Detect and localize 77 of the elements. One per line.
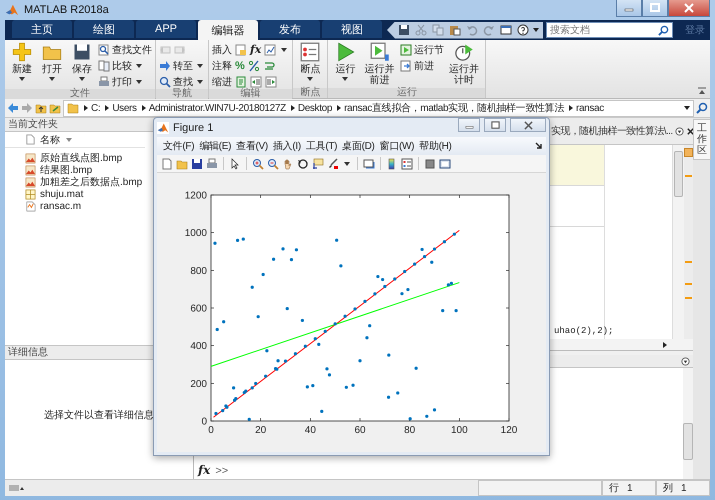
path-segment[interactable]: Users: [112, 102, 137, 114]
file-name[interactable]: 结果图.bmp: [40, 163, 92, 177]
group-label: 导航: [156, 89, 208, 99]
y-tick-label: 1000: [184, 228, 207, 240]
x-tick-label: 40: [304, 425, 316, 436]
x-tick-label: 60: [354, 425, 366, 436]
find-button[interactable]: 查找: [159, 75, 205, 89]
ribbon-tab[interactable]: 视图: [322, 20, 382, 38]
path-segment[interactable]: Administrator.WIN7U-20180127Z: [148, 102, 286, 114]
menu-item[interactable]: 查看(V): [236, 139, 268, 153]
compare-button[interactable]: 比较: [98, 59, 152, 73]
ribbon-tab[interactable]: 发布: [260, 20, 320, 38]
y-tick-label: 200: [190, 378, 207, 390]
menu-item[interactable]: 插入(I): [272, 139, 301, 153]
print-button[interactable]: 打印: [98, 75, 152, 89]
group-label: 文件: [5, 89, 155, 99]
indent-button[interactable]: 缩进: [212, 75, 232, 89]
path-segment[interactable]: Desktop: [298, 102, 332, 114]
code-line: uhao(2),2);: [554, 326, 614, 336]
name-column-label: 名称: [40, 134, 60, 146]
insert-function-button[interactable]: fx: [250, 44, 262, 56]
editor-tab-title[interactable]: 实现，随机抽样一致性算法\...: [551, 124, 673, 138]
file-name[interactable]: ransac.m: [40, 200, 82, 212]
file-name[interactable]: 加粗差之后数据点.bmp: [40, 175, 142, 189]
menu-item[interactable]: 工具(T): [306, 139, 338, 153]
path-segment[interactable]: C:: [91, 102, 100, 114]
run-and-advance-button[interactable]: 运行并前进: [361, 42, 398, 86]
menu-item[interactable]: 桌面(D): [342, 139, 375, 153]
line-number: 1: [627, 482, 633, 494]
path-field[interactable]: C: Users Administrator.WIN7U-20180127Z Desktop ransac直线拟合，matlab实现，随机抽样一致性算法 ransac: [63, 100, 694, 116]
window-title: MATLAB R2018a: [24, 4, 109, 16]
x-tick-label: 80: [404, 425, 416, 436]
line-label: 行: [609, 482, 619, 495]
new-button[interactable]: 新建: [8, 42, 36, 83]
y-tick-label: 800: [190, 266, 207, 277]
menu-item[interactable]: 文件(F): [163, 139, 194, 153]
group-label: 编辑: [209, 89, 292, 99]
go-to-button[interactable]: 转至: [159, 59, 205, 73]
group-label: 运行: [328, 88, 486, 98]
insert-button[interactable]: 插入: [212, 43, 232, 57]
x-tick-label: 120: [500, 425, 518, 436]
ribbon-tab[interactable]: 主页: [12, 20, 72, 38]
x-tick-label: 100: [451, 425, 468, 436]
menu-item[interactable]: 窗口(W): [380, 139, 414, 153]
comment-button[interactable]: 注释: [212, 59, 232, 73]
advance-button[interactable]: 前进: [400, 59, 444, 73]
path-segment[interactable]: ransac直线拟合，matlab实现，随机抽样一致性算法: [344, 101, 564, 115]
find-files-button[interactable]: 查找文件: [98, 43, 152, 57]
y-tick-label: 600: [190, 304, 207, 314]
file-name[interactable]: 原始直线点图.bmp: [40, 151, 122, 165]
run-button[interactable]: 运行: [331, 42, 360, 83]
group-label: 断点: [293, 88, 328, 98]
breakpoints-button[interactable]: 断点: [296, 42, 324, 83]
y-tick-label: 0: [201, 416, 207, 428]
column-label: 列: [663, 482, 673, 495]
run-section-button[interactable]: 运行节: [400, 43, 444, 57]
x-tick-label: 0: [208, 425, 214, 436]
save-button[interactable]: 保存: [68, 42, 96, 83]
details-message: 选择文件以查看详细信息: [44, 408, 154, 422]
x-tick-label: 20: [255, 425, 266, 436]
function-browser-symbol[interactable]: fx: [198, 463, 210, 477]
file-name[interactable]: shuju.mat: [40, 188, 84, 200]
workspace-tab[interactable]: 工作区: [693, 119, 711, 160]
y-tick-label: 400: [190, 341, 207, 352]
ribbon-tab[interactable]: 编辑器: [198, 20, 258, 40]
y-tick-label: 1200: [184, 190, 207, 202]
run-and-time-button[interactable]: 运行并计时: [446, 42, 482, 86]
column-header[interactable]: 名称: [5, 132, 145, 148]
menu-item[interactable]: 编辑(E): [199, 139, 232, 153]
open-button[interactable]: 打开: [38, 42, 66, 83]
path-segment[interactable]: ransac: [576, 102, 604, 114]
column-number: 1: [681, 482, 687, 494]
command-prompt: >>: [215, 465, 228, 477]
ribbon-tab[interactable]: 绘图: [74, 20, 134, 38]
menu-item[interactable]: 帮助(H): [419, 139, 452, 153]
ribbon-tab[interactable]: APP: [136, 20, 196, 38]
comment-percent-button[interactable]: %: [235, 60, 245, 72]
